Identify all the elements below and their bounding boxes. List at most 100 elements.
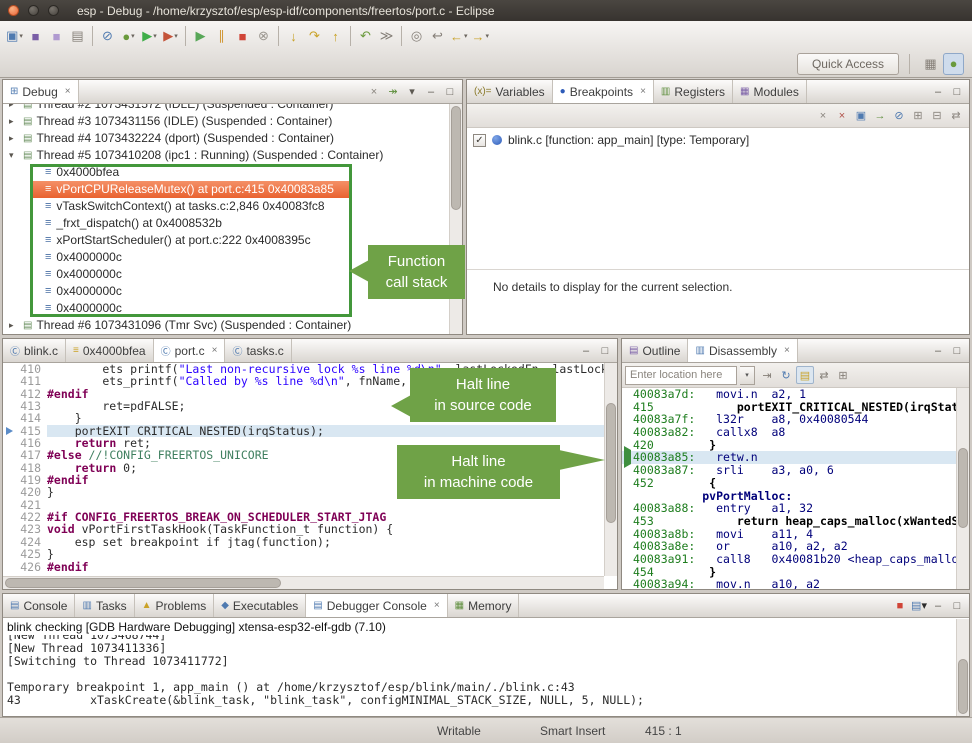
code-line[interactable]: 424 esp_set_breakpoint_if_jtag(function)… xyxy=(3,536,617,548)
editor-vscrollbar[interactable] xyxy=(604,363,617,576)
expand-arrow-icon[interactable]: ▸ xyxy=(9,130,19,147)
drop-to-frame-icon[interactable]: ↶ xyxy=(355,25,376,47)
open-perspective-icon[interactable]: ▦ xyxy=(920,53,941,75)
resume-icon[interactable]: ▶ xyxy=(190,25,211,47)
tab-close-icon[interactable]: × xyxy=(640,86,646,97)
step-over-icon[interactable]: ↷ xyxy=(304,25,325,47)
code-line[interactable]: 423void vPortFirstTaskHook(TaskFunction_… xyxy=(3,523,617,535)
console-scrollbar[interactable] xyxy=(956,619,969,716)
debug-frame-row[interactable]: ≡_frxt_dispatch() at 0x4008532b xyxy=(33,215,351,232)
location-input[interactable]: Enter location here xyxy=(625,366,737,385)
minimize-icon[interactable]: – xyxy=(929,597,947,615)
remove-all-terminated-icon[interactable]: × xyxy=(365,83,383,101)
display-selected-console-icon[interactable]: ▤▾ xyxy=(910,597,928,615)
suspend-icon[interactable]: ∥ xyxy=(211,25,232,47)
debug-thread-row[interactable]: ▾▤Thread #5 1073410208 (ipc1 : Running) … xyxy=(3,147,462,164)
debug-frame-row[interactable]: ≡0x4000000c xyxy=(33,266,351,283)
disassembly-row[interactable]: 453 return heap_caps_malloc(xWantedSize xyxy=(622,515,969,528)
window-minimize-button[interactable] xyxy=(28,5,39,16)
remove-breakpoint-icon[interactable]: × xyxy=(814,107,832,125)
new-wizard-icon[interactable]: ▣▾ xyxy=(4,25,25,47)
instruction-stepping-icon[interactable]: ≫ xyxy=(376,25,397,47)
minimize-icon[interactable]: – xyxy=(577,342,595,360)
scrollbar-thumb[interactable] xyxy=(958,659,968,714)
scrollbar-thumb[interactable] xyxy=(5,578,281,588)
tab-breakpoints[interactable]: ●Breakpoints× xyxy=(553,80,654,103)
debug-thread-row[interactable]: ▸▤Thread #3 1073431156 (IDLE) (Suspended… xyxy=(3,113,462,130)
step-return-icon[interactable]: ↑ xyxy=(325,25,346,47)
window-maximize-button[interactable] xyxy=(48,5,59,16)
search-icon[interactable]: ◎ xyxy=(406,25,427,47)
tab-variables[interactable]: (x)=Variables xyxy=(467,80,553,103)
disassembly-scrollbar[interactable] xyxy=(956,388,969,589)
breakpoint-row[interactable]: ✓ blink.c [function: app_main] [type: Te… xyxy=(467,131,969,149)
console-log[interactable]: [New Thread 1073468744][New Thread 10734… xyxy=(3,635,969,716)
run-icon[interactable]: ▶▾ xyxy=(139,25,160,47)
disassembly-row[interactable]: 40083a7d: movi.n a2, 1 xyxy=(622,388,969,401)
tab-tasks-c[interactable]: Ⓒtasks.c xyxy=(225,339,291,362)
tab-console[interactable]: ▤Console xyxy=(3,594,75,617)
skip-all-breakpoints-icon[interactable]: ⊘ xyxy=(890,107,908,125)
external-tools-icon[interactable]: ▶▾ xyxy=(160,25,181,47)
code-line[interactable]: 422#if CONFIG_FREERTOS_BREAK_ON_SCHEDULE… xyxy=(3,511,617,523)
breakpoint-checkbox[interactable]: ✓ xyxy=(473,134,486,147)
open-new-view-icon[interactable]: ⊞ xyxy=(834,366,852,384)
skip-all-breakpoints-icon[interactable]: ⊘ xyxy=(97,25,118,47)
tab-close-icon[interactable]: × xyxy=(212,345,218,356)
disassembly-row[interactable]: 40083a94: mov.n a10, a2 xyxy=(622,578,969,589)
expand-arrow-icon[interactable]: ▸ xyxy=(9,104,19,113)
remove-all-breakpoints-icon[interactable]: × xyxy=(833,107,851,125)
tab-executables[interactable]: ◆Executables xyxy=(214,594,306,617)
disassembly-row[interactable]: 40083a88: entry a1, 32 xyxy=(622,502,969,515)
save-icon[interactable]: ■ xyxy=(25,25,46,47)
scrollbar-thumb[interactable] xyxy=(958,448,968,528)
view-menu-icon[interactable]: ▾ xyxy=(403,83,421,101)
forward-icon[interactable]: →▾ xyxy=(470,25,492,47)
terminate-console-icon[interactable]: ■ xyxy=(891,597,909,615)
location-dropdown-icon[interactable]: ▾ xyxy=(740,366,755,385)
tab-debugger-console[interactable]: ▤Debugger Console× xyxy=(306,594,447,617)
print-icon[interactable]: ▤ xyxy=(67,25,88,47)
tab-disassembly[interactable]: ▥Disassembly× xyxy=(688,339,797,362)
expand-all-icon[interactable]: ⊞ xyxy=(909,107,927,125)
disassembly-row[interactable]: 40083a82: callx8 a8 xyxy=(622,426,969,439)
maximize-icon[interactable]: □ xyxy=(948,83,966,101)
save-all-icon[interactable]: ■ xyxy=(46,25,67,47)
go-to-file-icon[interactable]: → xyxy=(871,107,889,125)
show-source-icon[interactable]: ▤ xyxy=(796,366,814,384)
debug-frame-row[interactable]: ≡vTaskSwitchContext() at tasks.c:2,846 0… xyxy=(33,198,351,215)
debug-frame-row[interactable]: ≡0x4000000c xyxy=(33,249,351,266)
tab-close-icon[interactable]: × xyxy=(784,345,790,356)
minimize-icon[interactable]: – xyxy=(422,83,440,101)
expand-arrow-icon[interactable]: ▸ xyxy=(9,113,19,130)
tab-modules[interactable]: ▦Modules xyxy=(733,80,807,103)
tab-memory[interactable]: ▦Memory xyxy=(448,594,520,617)
tab-port-c[interactable]: Ⓒport.c× xyxy=(154,339,226,362)
disassembly-body[interactable]: 40083a7d: movi.n a2, 1415 portEXIT_CRITI… xyxy=(622,388,969,589)
disassembly-row[interactable]: 40083a91: call8 0x40081b20 <heap_caps_ma… xyxy=(622,553,969,566)
debug-frame-row[interactable]: ≡0x4000000c xyxy=(33,300,351,317)
tab-problems[interactable]: ▲Problems xyxy=(135,594,215,617)
terminate-icon[interactable]: ■ xyxy=(232,25,253,47)
disassembly-row[interactable]: 40083a87: srli a3, a0, 6 xyxy=(622,464,969,477)
refresh-icon[interactable]: ↻ xyxy=(777,366,795,384)
minimize-icon[interactable]: – xyxy=(929,342,947,360)
maximize-icon[interactable]: □ xyxy=(441,83,459,101)
minimize-icon[interactable]: – xyxy=(929,83,947,101)
collapse-all-icon[interactable]: ⊟ xyxy=(928,107,946,125)
expand-arrow-icon[interactable]: ▸ xyxy=(9,317,19,334)
show-breakpoints-for-selection-icon[interactable]: ▣ xyxy=(852,107,870,125)
collapse-arrow-icon[interactable]: ▾ xyxy=(9,147,19,164)
code-line[interactable]: 421 xyxy=(3,499,617,511)
debug-frame-row[interactable]: ≡vPortCPUReleaseMutex() at port.c:415 0x… xyxy=(33,181,351,198)
disconnect-icon[interactable]: ⊗ xyxy=(253,25,274,47)
maximize-icon[interactable]: □ xyxy=(596,342,614,360)
debug-thread-row[interactable]: ▸▤Thread #2 1073431572 (IDLE) (Suspended… xyxy=(3,104,462,113)
debug-perspective-icon[interactable]: ● xyxy=(943,53,964,75)
tab-close-icon[interactable]: × xyxy=(65,86,71,97)
scrollbar-thumb[interactable] xyxy=(606,403,616,523)
debug-icon[interactable]: ●▾ xyxy=(118,25,139,47)
window-close-button[interactable] xyxy=(8,5,19,16)
code-line[interactable]: 425} xyxy=(3,548,617,560)
debug-frame-row[interactable]: ≡xPortStartScheduler() at port.c:222 0x4… xyxy=(33,232,351,249)
